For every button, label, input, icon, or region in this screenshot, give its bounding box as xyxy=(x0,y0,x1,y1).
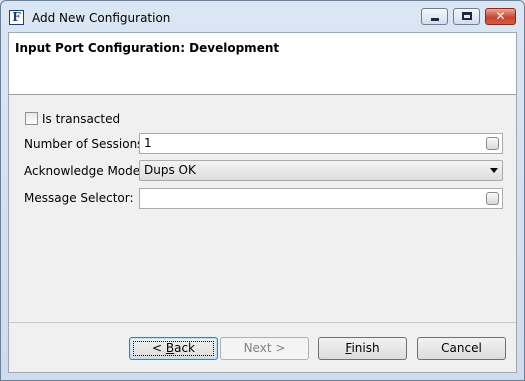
dialog-window: F Add New Configuration ✕ Input Port Con… xyxy=(0,0,525,381)
sessions-label: Number of Sessions: xyxy=(24,137,148,151)
wizard-header: Input Port Configuration: Development xyxy=(9,33,516,95)
page-title: Input Port Configuration: Development xyxy=(15,41,280,55)
sessions-input[interactable]: 1 xyxy=(139,133,503,154)
maximize-icon xyxy=(462,12,472,20)
sessions-variable-button[interactable] xyxy=(486,137,499,150)
is-transacted-label[interactable]: Is transacted xyxy=(42,112,120,126)
ack-mode-value: Dups OK xyxy=(144,163,196,177)
dropdown-arrow-icon xyxy=(490,168,498,173)
selector-input[interactable] xyxy=(139,188,503,209)
selector-label: Message Selector: xyxy=(24,191,134,205)
footer-divider xyxy=(9,322,516,323)
focus-rect xyxy=(133,341,214,356)
title-bar[interactable]: F Add New Configuration ✕ xyxy=(1,1,524,33)
app-icon: F xyxy=(9,10,24,25)
back-button[interactable]: < Back xyxy=(129,337,218,360)
is-transacted-checkbox[interactable] xyxy=(25,112,38,125)
close-button[interactable]: ✕ xyxy=(485,8,516,25)
close-icon: ✕ xyxy=(495,9,506,23)
ack-mode-select[interactable]: Dups OK xyxy=(139,160,503,181)
dialog-client-area: Input Port Configuration: Development Is… xyxy=(8,32,517,373)
maximize-button[interactable] xyxy=(453,8,480,25)
finish-button[interactable]: Finish xyxy=(318,337,407,360)
next-button[interactable]: Next > xyxy=(220,337,309,360)
sessions-value: 1 xyxy=(144,136,152,150)
window-title: Add New Configuration xyxy=(32,11,171,25)
cancel-button[interactable]: Cancel xyxy=(417,337,506,360)
finish-rest: inish xyxy=(351,341,380,355)
minimize-button[interactable] xyxy=(421,8,448,25)
ack-mode-label: Acknowledge Mode: xyxy=(24,164,145,178)
minimize-icon xyxy=(431,18,439,21)
selector-variable-button[interactable] xyxy=(486,192,499,205)
